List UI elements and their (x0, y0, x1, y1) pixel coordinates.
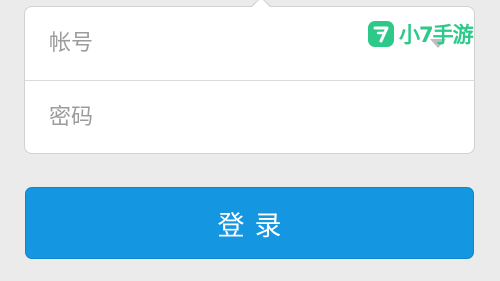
watermark-icon (368, 21, 394, 47)
password-field[interactable] (25, 81, 474, 154)
login-button[interactable]: 登录 (25, 187, 474, 259)
watermark-text: 小7手游 (399, 23, 474, 47)
seven-icon (373, 26, 389, 43)
password-input[interactable] (49, 81, 429, 154)
card-notch (250, 0, 272, 8)
watermark-logo: 小7手游 (368, 20, 474, 48)
